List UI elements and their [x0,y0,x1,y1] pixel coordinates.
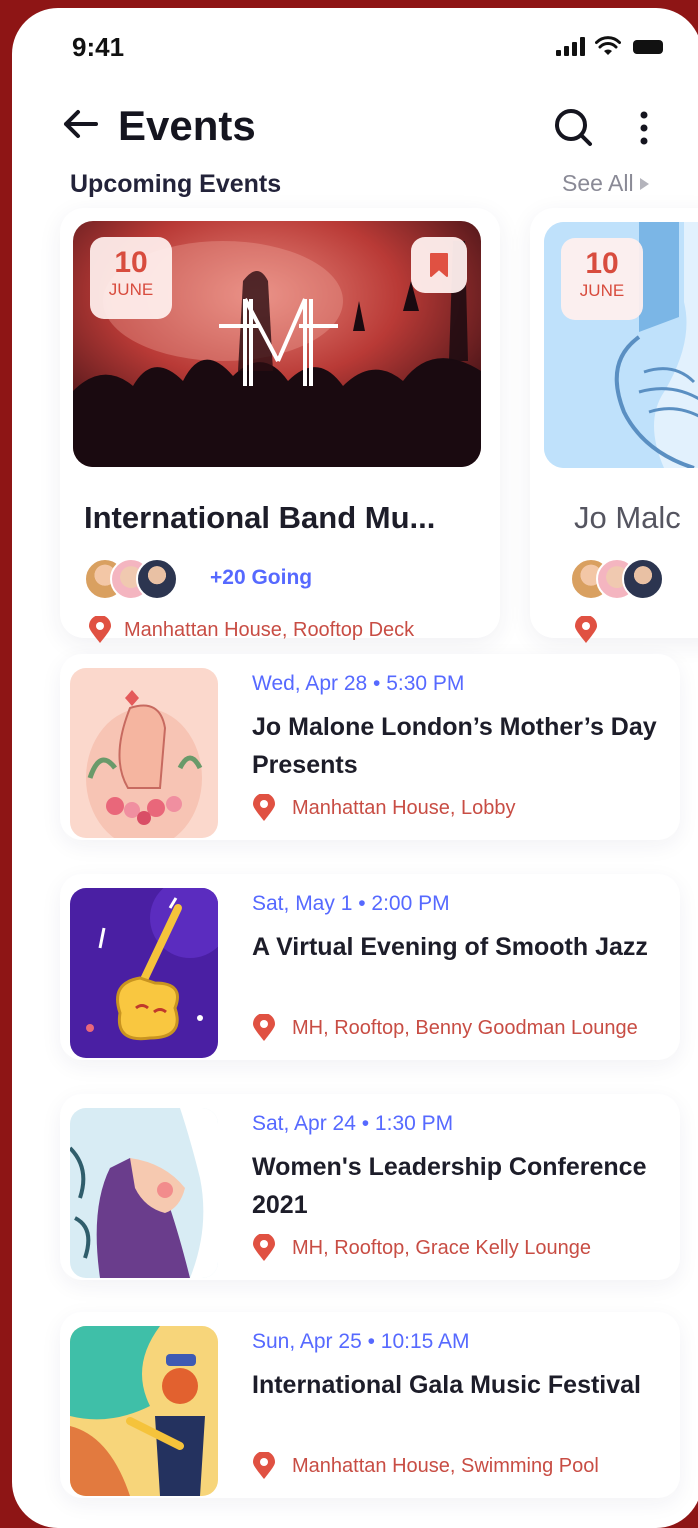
signal-icon [556,36,585,56]
date-badge: 10 JUNE [561,238,643,320]
event-date: Wed, Apr 28 • 5:30 PM [252,672,465,695]
event-list-item[interactable]: Sat, May 1 • 2:00 PM A Virtual Evening o… [60,874,680,1060]
bookmark-icon [430,253,448,277]
event-title: Women's Leadership Conference 2021 [252,1153,647,1219]
location-pin-icon [253,1452,275,1479]
event-location: MH, Rooftop, Benny Goodman Lounge [252,1014,638,1042]
date-month: JUNE [108,280,154,299]
sneaker-image: 10 JUNE [544,222,698,468]
status-icons [556,36,663,56]
event-title: International Gala Music Festival [252,1371,642,1399]
location-pin-icon [89,616,111,643]
location-pin-icon [253,1014,275,1041]
event-location: Manhattan House, Swimming Pool [252,1452,599,1480]
attendee-avatars [570,558,680,600]
date-day: 10 [114,246,148,279]
location-text: MH, Rooftop, Benny Goodman Lounge [292,1016,638,1039]
wifi-icon [595,36,621,55]
date-badge: 10 JUNE [90,237,172,319]
see-all-link[interactable]: See All [562,170,649,197]
search-icon[interactable] [552,106,594,148]
event-date: Sun, Apr 25 • 10:15 AM [252,1330,470,1353]
status-time: 9:41 [72,32,125,62]
event-date: Sat, Apr 24 • 1:30 PM [252,1112,454,1135]
see-all-label: See All [562,170,634,196]
back-arrow-icon[interactable] [60,104,100,144]
upcoming-event-card[interactable]: 10 JUNE Jo Malc [530,208,698,643]
event-thumbnail [70,668,218,838]
location-text: Manhattan House, Swimming Pool [292,1454,599,1477]
event-title: A Virtual Evening of Smooth Jazz [252,933,648,961]
location-pin-icon [253,794,275,821]
date-month: JUNE [579,281,625,300]
bookmark-button[interactable] [411,237,467,293]
location-text: MH, Rooftop, Grace Kelly Lounge [292,1236,592,1259]
attendee-avatars [84,558,194,600]
event-location: Manhattan House, Rooftop Deck [88,616,414,644]
event-location: Manhattan House, Lobby [252,794,516,822]
date-day: 10 [585,247,619,280]
event-thumbnail [70,888,218,1058]
event-thumbnail [70,1108,218,1278]
page-title: Events [118,102,256,149]
chevron-right-icon [639,177,649,190]
event-name: International Band Mu... [84,500,436,535]
location-pin-icon [575,616,597,643]
location-text: Manhattan House, Rooftop Deck [124,618,415,641]
location-pin-icon [253,1234,275,1261]
battery-icon [633,40,663,54]
event-list-item[interactable]: Sat, Apr 24 • 1:30 PM Women's Leadership… [60,1094,680,1280]
event-list-item[interactable]: Wed, Apr 28 • 5:30 PM Jo Malone London’s… [60,654,680,840]
going-count: +20 Going [210,566,313,589]
event-location: MH, Rooftop, Grace Kelly Lounge [252,1234,591,1262]
phone-screen: 9:41 Events Upcoming Events See All 10 J… [12,8,698,1528]
event-name: Jo Malc [574,500,681,535]
more-options-icon[interactable] [632,108,656,148]
event-thumbnail [70,1326,218,1496]
location-text: Manhattan House, Lobby [292,796,516,819]
concert-image: 10 JUNE [73,221,481,467]
section-title-upcoming: Upcoming Events [70,170,282,198]
upcoming-event-card[interactable]: 10 JUNE International Band Mu... +20 Goi… [60,208,500,643]
avatar [136,558,178,600]
event-list-item[interactable]: Sun, Apr 25 • 10:15 AM International Gal… [60,1312,680,1498]
event-title: Jo Malone London’s Mother’s Day Presents [252,713,657,779]
avatar [622,558,664,600]
event-date: Sat, May 1 • 2:00 PM [252,892,450,915]
